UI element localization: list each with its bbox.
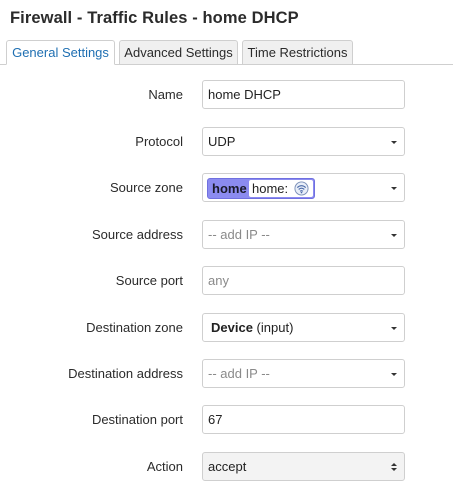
action-select[interactable]: accept — [202, 452, 405, 481]
wifi-icon — [294, 181, 309, 196]
destination-zone-name: Device — [211, 320, 253, 335]
source-port-row: Source port any — [0, 266, 453, 296]
source-address-row: Source address -- add IP -- — [0, 220, 453, 250]
chevron-down-icon — [391, 187, 397, 190]
source-zone-row: Source zone home home: — [0, 173, 453, 203]
protocol-row: Protocol UDP — [0, 127, 453, 157]
name-label: Name — [148, 87, 183, 102]
destination-port-value: 67 — [208, 412, 223, 427]
zone-network-box: home: — [249, 180, 313, 197]
zone-badge-home: home home: — [207, 178, 315, 199]
up-down-arrows-icon — [391, 463, 397, 471]
destination-address-placeholder: -- add IP -- — [208, 366, 270, 381]
destination-zone-detail: (input) — [256, 320, 294, 335]
action-row: Action accept — [0, 452, 453, 482]
zone-network-label: home: — [252, 181, 289, 196]
source-port-placeholder: any — [208, 273, 229, 288]
source-port-label: Source port — [115, 273, 183, 288]
destination-address-label: Destination address — [68, 366, 183, 381]
destination-port-row: Destination port 67 — [0, 405, 453, 435]
destination-zone-label: Destination zone — [86, 320, 183, 335]
name-value: home DHCP — [208, 87, 281, 102]
action-label: Action — [146, 459, 183, 474]
destination-zone-select[interactable]: Device (input) — [202, 313, 405, 342]
destination-port-input[interactable]: 67 — [202, 405, 405, 434]
source-address-placeholder: -- add IP -- — [208, 227, 270, 242]
name-input[interactable]: home DHCP — [202, 80, 405, 109]
action-value: accept — [208, 459, 247, 474]
destination-address-row: Destination address -- add IP -- — [0, 359, 453, 389]
chevron-down-icon — [391, 141, 397, 144]
protocol-select[interactable]: UDP — [202, 127, 405, 156]
destination-zone-row: Destination zone Device (input) — [0, 313, 453, 343]
source-zone-select[interactable]: home home: — [202, 173, 405, 202]
tab-bar: General Settings Advanced Settings Time … — [0, 40, 453, 65]
tab-general-settings[interactable]: General Settings — [6, 40, 115, 65]
source-address-select[interactable]: -- add IP -- — [202, 220, 405, 249]
chevron-down-icon — [391, 327, 397, 330]
source-zone-label: Source zone — [110, 180, 183, 195]
chevron-down-icon — [391, 373, 397, 376]
tab-advanced-settings[interactable]: Advanced Settings — [119, 40, 238, 65]
tab-time-restrictions[interactable]: Time Restrictions — [242, 40, 353, 65]
chevron-down-icon — [391, 234, 397, 237]
destination-address-select[interactable]: -- add IP -- — [202, 359, 405, 388]
source-port-input[interactable]: any — [202, 266, 405, 295]
protocol-value: UDP — [208, 134, 236, 149]
zone-name: home — [212, 181, 247, 196]
protocol-label: Protocol — [135, 134, 183, 149]
source-address-label: Source address — [91, 227, 183, 242]
page-title: Firewall - Traffic Rules - home DHCP — [10, 9, 299, 27]
name-row: Name home DHCP — [0, 80, 453, 110]
destination-port-label: Destination port — [91, 412, 183, 427]
